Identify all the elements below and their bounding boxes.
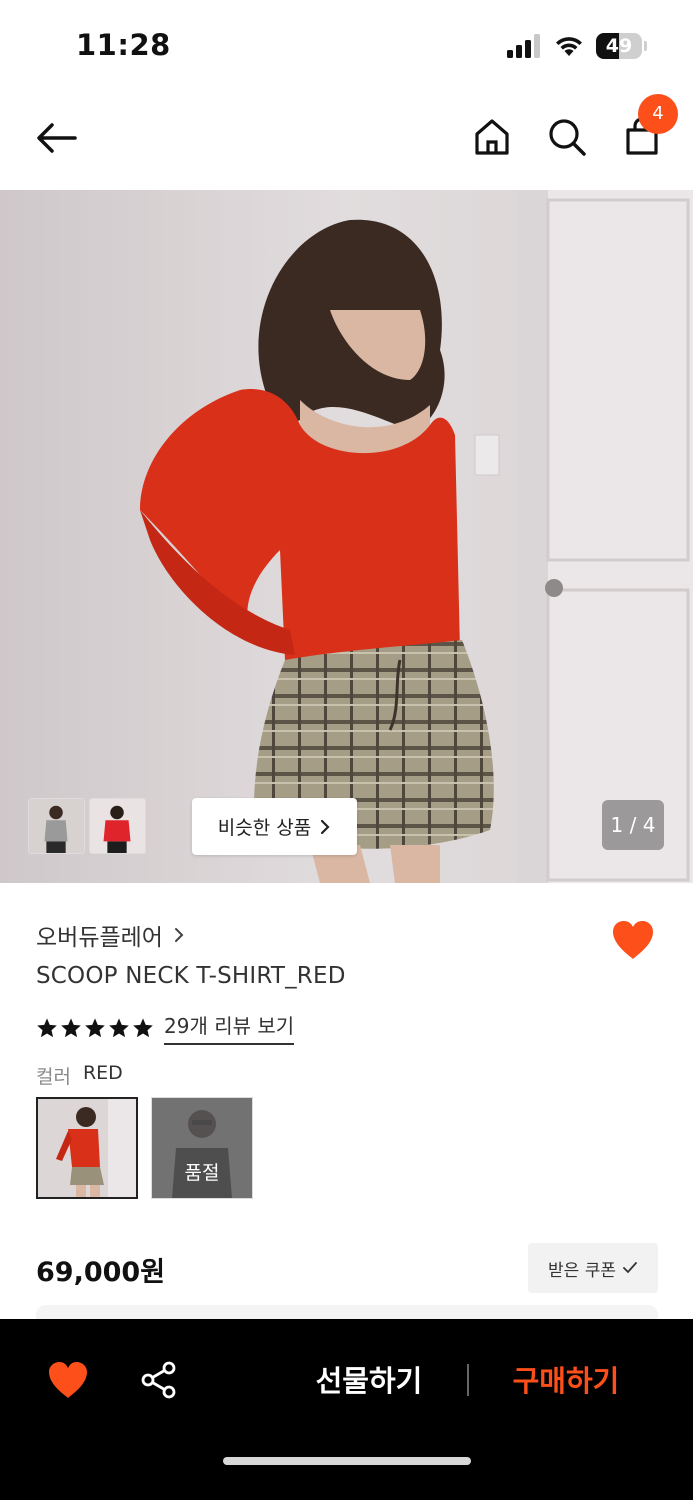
brand-link[interactable]: 오버듀플레어 [36, 918, 185, 952]
favorite-heart-icon[interactable] [610, 918, 656, 962]
thumbnail-1[interactable] [28, 798, 85, 854]
swatch-red[interactable] [36, 1097, 138, 1199]
product-price: 69,000원 [36, 1257, 166, 1288]
status-bar: 11:28 49 [0, 0, 693, 90]
color-swatches: 품절 [36, 1097, 253, 1199]
brand-name: 오버듀플레어 [36, 925, 163, 951]
swatch-red-image [38, 1099, 136, 1197]
product-image-carousel[interactable]: 비슷한 상품 1 / 4 [0, 190, 693, 883]
search-icon[interactable] [545, 115, 589, 159]
home-icon[interactable] [470, 115, 514, 159]
star-icon [61, 1017, 81, 1037]
star-icon [133, 1017, 153, 1037]
product-name: SCOOP NECK T-SHIRT_RED [36, 963, 346, 989]
soldout-label: 품절 [184, 1162, 220, 1184]
top-nav-bar: 4 [0, 90, 693, 190]
color-option-row: 컬러 RED [36, 1062, 123, 1089]
color-label: 컬러 [36, 1066, 71, 1088]
battery-icon: 49 [596, 33, 648, 59]
carousel-page-indicator: 1 / 4 [602, 800, 664, 850]
similar-products-label: 비슷한 상품 [217, 817, 312, 839]
buy-button[interactable]: 구매하기 [497, 1359, 635, 1403]
status-time: 11:28 [76, 28, 171, 62]
review-link[interactable]: 29개 리뷰 보기 [164, 1010, 295, 1045]
bottom-action-bar: 선물하기 구매하기 [0, 1319, 693, 1500]
rating-row: 29개 리뷰 보기 [36, 1010, 295, 1045]
chevron-right-icon [174, 928, 184, 942]
cart-count-badge: 4 [638, 94, 678, 134]
star-icon [109, 1017, 129, 1037]
star-rating [36, 1017, 154, 1039]
coupon-label: 받은 쿠폰 [548, 1260, 616, 1281]
wifi-icon [556, 37, 582, 56]
check-icon [623, 1262, 637, 1274]
home-indicator[interactable] [223, 1457, 471, 1465]
chevron-right-icon [321, 819, 330, 834]
gift-button[interactable]: 선물하기 [300, 1359, 438, 1403]
similar-thumbnails[interactable] [28, 798, 146, 854]
selected-color: RED [82, 1062, 123, 1084]
signal-icon [507, 34, 540, 58]
received-coupon-button[interactable]: 받은 쿠폰 [528, 1243, 658, 1293]
heart-icon[interactable] [46, 1359, 90, 1401]
product-photo [0, 190, 693, 883]
star-icon [85, 1017, 105, 1037]
star-icon [37, 1017, 57, 1037]
similar-products-button[interactable]: 비슷한 상품 [192, 798, 357, 855]
battery-level: 49 [605, 35, 633, 57]
share-icon[interactable] [140, 1361, 178, 1399]
divider [467, 1364, 469, 1396]
back-arrow-icon[interactable] [35, 116, 79, 160]
thumbnail-2[interactable] [89, 798, 146, 854]
swatch-black[interactable]: 품절 [151, 1097, 253, 1199]
